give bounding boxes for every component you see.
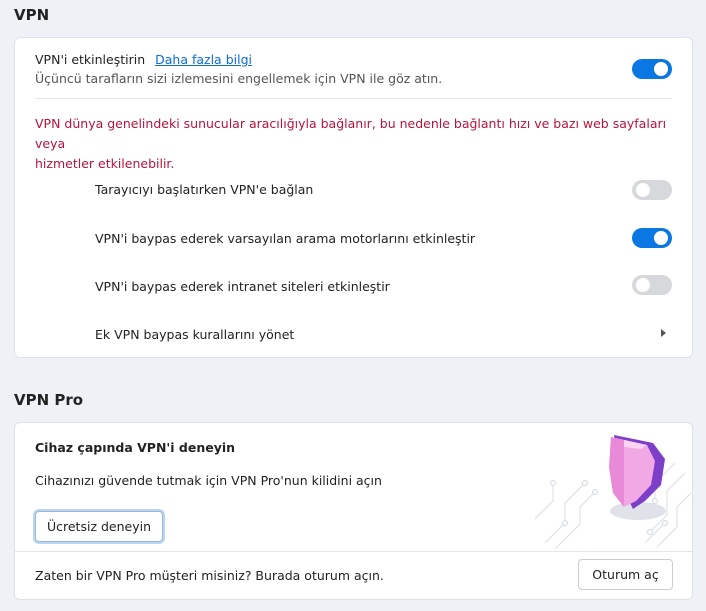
vpn-card: VPN'i etkinleştirin Daha fazla bilgi Üçü… xyxy=(14,37,693,358)
bypass-intranet-toggle[interactable] xyxy=(632,275,672,295)
toggle-knob xyxy=(636,278,650,292)
toggle-knob xyxy=(654,62,668,76)
vpn-enable-label: VPN'i etkinleştirin xyxy=(35,52,146,67)
vpn-pro-card: Cihaz çapında VPN'i deneyin Cihazınızı g… xyxy=(14,422,693,600)
vpn-pro-section-title: VPN Pro xyxy=(14,391,84,409)
vpn-warning-line1: VPN dünya genelindeki sunucular aracılığ… xyxy=(35,116,667,151)
signin-button[interactable]: Oturum aç xyxy=(578,559,673,590)
vpn-pro-description: Cihazınızı güvende tutmak için VPN Pro'n… xyxy=(35,473,382,488)
toggle-knob xyxy=(636,183,650,197)
manage-bypass-rules-label: Ek VPN baypas kurallarını yönet xyxy=(95,327,295,342)
vpn-pro-divider xyxy=(15,551,692,552)
vpn-enable-toggle[interactable] xyxy=(632,59,672,79)
vpn-enable-description: Üçüncü tarafların sizi izlemesini engell… xyxy=(35,71,443,86)
shield-illustration xyxy=(534,435,692,550)
option-bypass-search-label: VPN'i baypas ederek varsayılan arama mot… xyxy=(95,231,476,246)
option-connect-on-start-label: Tarayıcıyı başlatırken VPN'e bağlan xyxy=(95,182,314,197)
connect-on-start-toggle[interactable] xyxy=(632,180,672,200)
vpn-pro-heading: Cihaz çapında VPN'i deneyin xyxy=(35,440,236,455)
manage-bypass-rules-row[interactable]: Ek VPN baypas kurallarını yönet xyxy=(15,314,692,352)
vpn-enable-row: VPN'i etkinleştirin Daha fazla bilgi xyxy=(35,52,252,67)
toggle-knob xyxy=(654,231,668,245)
divider xyxy=(35,98,672,99)
chevron-right-icon xyxy=(661,329,666,337)
signin-prompt: Zaten bir VPN Pro müşteri misiniz? Burad… xyxy=(35,568,384,583)
bypass-search-toggle[interactable] xyxy=(632,228,672,248)
option-bypass-intranet-label: VPN'i baypas ederek intranet siteleri et… xyxy=(95,279,390,294)
vpn-warning-line2: hizmetler etkilenebilir. xyxy=(35,156,175,171)
try-free-button[interactable]: Ücretsiz deneyin xyxy=(35,511,163,542)
vpn-warning: VPN dünya genelindeki sunucular aracılığ… xyxy=(35,114,675,174)
vpn-section-title: VPN xyxy=(14,6,50,24)
learn-more-link[interactable]: Daha fazla bilgi xyxy=(155,52,252,67)
